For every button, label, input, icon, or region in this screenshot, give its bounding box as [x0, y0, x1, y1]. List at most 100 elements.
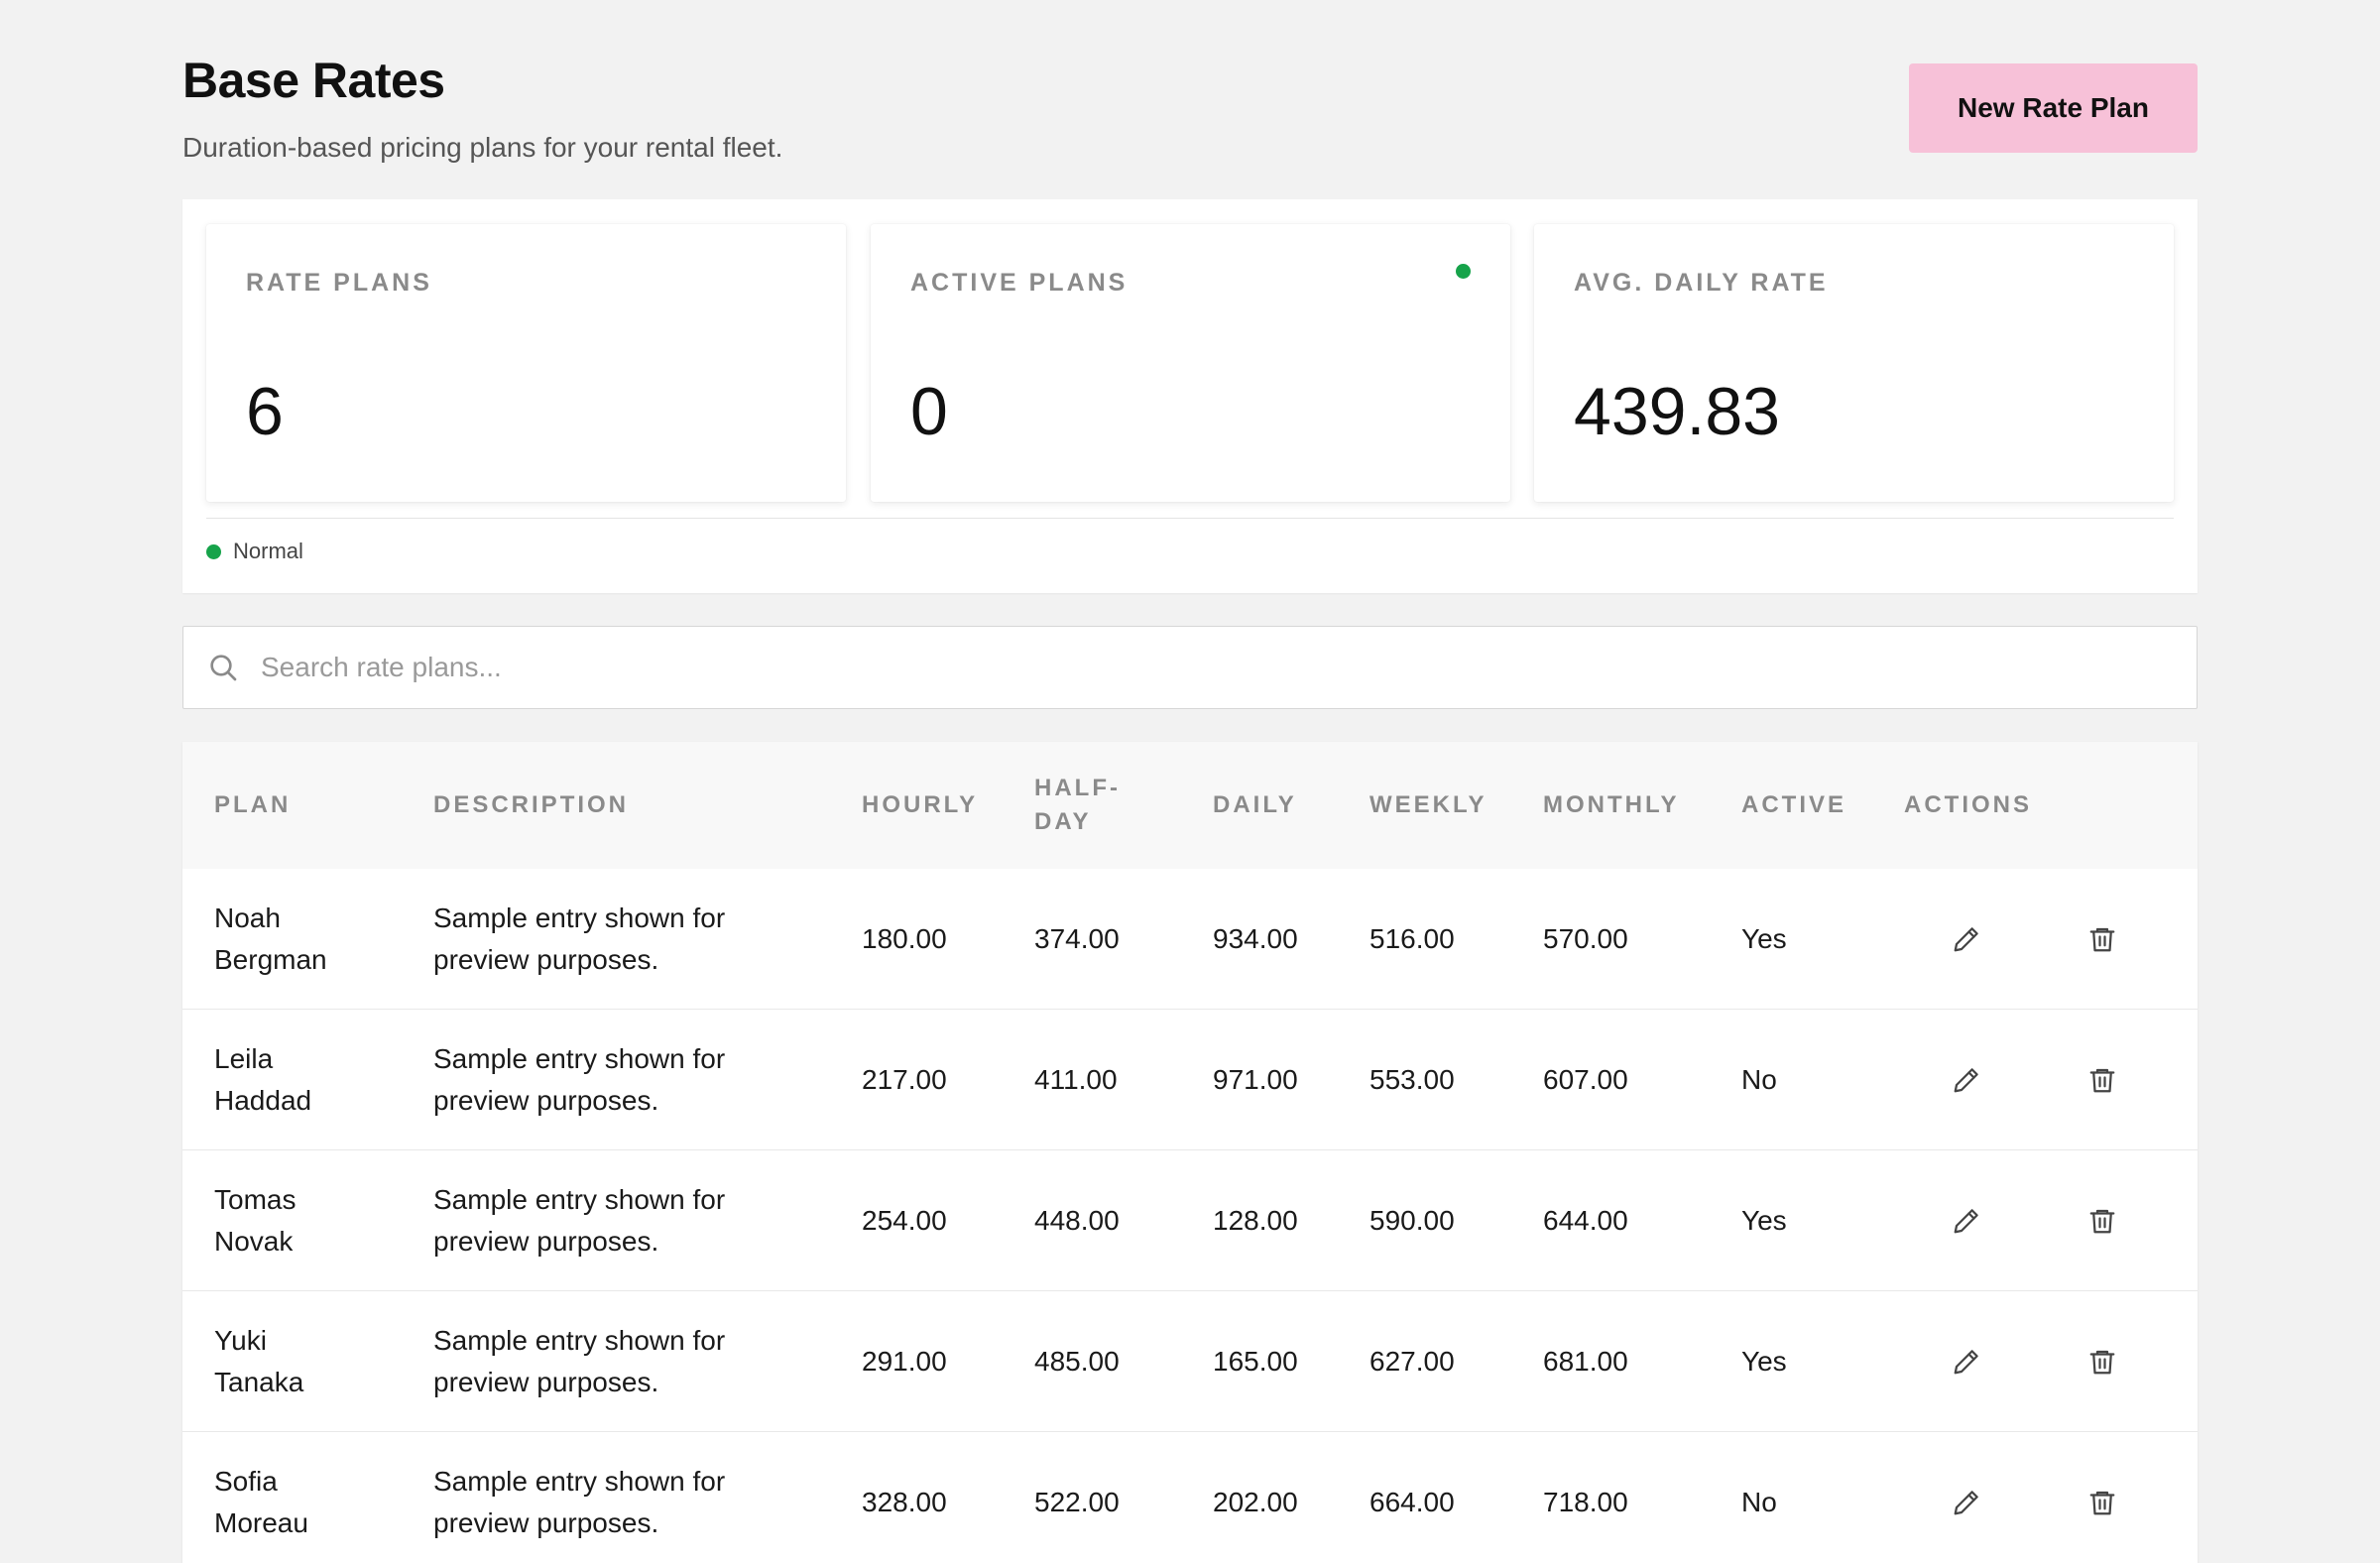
- trash-icon: [2089, 1350, 2115, 1375]
- plan-name-cell: Sofia Moreau: [214, 1461, 308, 1544]
- column-header-half-day[interactable]: HALF- DAY: [1034, 772, 1121, 839]
- description-line: Sample entry shown for: [433, 1043, 726, 1074]
- stat-value: 0: [910, 374, 948, 449]
- monthly-cell: 681.00: [1543, 1346, 1628, 1377]
- description-line: preview purposes.: [433, 1367, 659, 1397]
- trash-icon: [2089, 1068, 2115, 1093]
- active-cell: No: [1741, 1487, 1777, 1517]
- page-subtitle: Duration-based pricing plans for your re…: [182, 132, 783, 163]
- column-header-monthly[interactable]: MONTHLY: [1543, 788, 1679, 822]
- active-cell: No: [1741, 1064, 1777, 1095]
- edit-button[interactable]: [1947, 1201, 1986, 1241]
- active-cell: Yes: [1741, 1205, 1787, 1236]
- delete-button[interactable]: [2082, 919, 2122, 959]
- delete-button[interactable]: [2082, 1201, 2122, 1241]
- new-rate-plan-button[interactable]: New Rate Plan: [1909, 63, 2198, 153]
- rate-plans-table: PLAN DESCRIPTION HOURLY HALF- DAY DAILY …: [182, 742, 2198, 1563]
- active-cell: Yes: [1741, 1346, 1787, 1377]
- hourly-cell: 217.00: [862, 1064, 947, 1095]
- plan-name-cell: Noah Bergman: [214, 898, 327, 981]
- description-cell: Sample entry shown for preview purposes.: [433, 1179, 725, 1262]
- plan-first-name: Tomas: [214, 1184, 297, 1215]
- daily-cell: 934.00: [1213, 923, 1298, 954]
- half-day-cell: 448.00: [1034, 1205, 1120, 1236]
- column-header-active[interactable]: ACTIVE: [1741, 788, 1846, 822]
- stat-label: AVG. DAILY RATE: [1574, 269, 1829, 297]
- stat-card-active-plans: ACTIVE PLANS 0: [871, 224, 1510, 502]
- monthly-cell: 570.00: [1543, 923, 1628, 954]
- description-line: Sample entry shown for: [433, 902, 726, 933]
- column-header-plan[interactable]: PLAN: [214, 788, 291, 822]
- monthly-cell: 718.00: [1543, 1487, 1628, 1517]
- description-line: preview purposes.: [433, 1226, 659, 1257]
- table-row[interactable]: Yuki Tanaka Sample entry shown for previ…: [182, 1291, 2198, 1432]
- delete-button[interactable]: [2082, 1342, 2122, 1382]
- daily-cell: 165.00: [1213, 1346, 1298, 1377]
- stat-label: RATE PLANS: [246, 269, 432, 297]
- plan-first-name: Noah: [214, 902, 281, 933]
- table-row[interactable]: Leila Haddad Sample entry shown for prev…: [182, 1010, 2198, 1150]
- pencil-icon: [1954, 1209, 1978, 1234]
- plan-last-name: Haddad: [214, 1085, 312, 1116]
- edit-button[interactable]: [1947, 1483, 1986, 1522]
- plan-name-cell: Yuki Tanaka: [214, 1320, 303, 1403]
- hourly-cell: 291.00: [862, 1346, 947, 1377]
- trash-icon: [2089, 1491, 2115, 1515]
- delete-button[interactable]: [2082, 1483, 2122, 1522]
- description-cell: Sample entry shown for preview purposes.: [433, 1038, 725, 1122]
- plan-name-cell: Leila Haddad: [214, 1038, 311, 1122]
- description-line: Sample entry shown for: [433, 1325, 726, 1356]
- hourly-cell: 180.00: [862, 923, 947, 954]
- plan-last-name: Novak: [214, 1226, 294, 1257]
- description-line: Sample entry shown for: [433, 1466, 726, 1497]
- weekly-cell: 516.00: [1369, 923, 1455, 954]
- column-header-half-day-line1: HALF-: [1034, 775, 1121, 801]
- hourly-cell: 328.00: [862, 1487, 947, 1517]
- table-header: PLAN DESCRIPTION HOURLY HALF- DAY DAILY …: [182, 742, 2198, 869]
- description-cell: Sample entry shown for preview purposes.: [433, 1320, 725, 1403]
- plan-last-name: Bergman: [214, 944, 327, 975]
- weekly-cell: 590.00: [1369, 1205, 1455, 1236]
- half-day-cell: 411.00: [1034, 1064, 1118, 1095]
- weekly-cell: 664.00: [1369, 1487, 1455, 1517]
- plan-first-name: Yuki: [214, 1325, 267, 1356]
- search-bar: [182, 626, 2198, 709]
- column-header-description[interactable]: DESCRIPTION: [433, 788, 629, 822]
- monthly-cell: 644.00: [1543, 1205, 1628, 1236]
- plan-name-cell: Tomas Novak: [214, 1179, 296, 1262]
- plan-last-name: Moreau: [214, 1507, 308, 1538]
- divider: [206, 518, 2174, 519]
- column-header-hourly[interactable]: HOURLY: [862, 788, 978, 822]
- description-line: preview purposes.: [433, 1507, 659, 1538]
- page: Base Rates Duration-based pricing plans …: [0, 0, 2380, 1563]
- legend-label: Normal: [233, 539, 303, 563]
- description-line: preview purposes.: [433, 1085, 659, 1116]
- daily-cell: 128.00: [1213, 1205, 1298, 1236]
- edit-button[interactable]: [1947, 919, 1986, 959]
- table-row[interactable]: Sofia Moreau Sample entry shown for prev…: [182, 1432, 2198, 1563]
- plan-last-name: Tanaka: [214, 1367, 304, 1397]
- edit-button[interactable]: [1947, 1060, 1986, 1100]
- table-row[interactable]: Tomas Novak Sample entry shown for previ…: [182, 1150, 2198, 1291]
- delete-button[interactable]: [2082, 1060, 2122, 1100]
- stat-card-avg-daily-rate: AVG. DAILY RATE 439.83: [1534, 224, 2174, 502]
- active-cell: Yes: [1741, 923, 1787, 954]
- trash-icon: [2089, 927, 2115, 952]
- half-day-cell: 485.00: [1034, 1346, 1120, 1377]
- search-input[interactable]: [261, 627, 2165, 708]
- half-day-cell: 374.00: [1034, 923, 1120, 954]
- column-header-weekly[interactable]: WEEKLY: [1369, 788, 1487, 822]
- table-row[interactable]: Noah Bergman Sample entry shown for prev…: [182, 869, 2198, 1010]
- column-header-half-day-line2: DAY: [1034, 808, 1092, 835]
- stats-panel: RATE PLANS 6 ACTIVE PLANS 0 AVG. DAILY R…: [182, 199, 2198, 593]
- column-header-daily[interactable]: DAILY: [1213, 788, 1297, 822]
- pencil-icon: [1954, 927, 1978, 952]
- weekly-cell: 627.00: [1369, 1346, 1455, 1377]
- column-header-actions: ACTIONS: [1904, 791, 2032, 818]
- edit-button[interactable]: [1947, 1342, 1986, 1382]
- half-day-cell: 522.00: [1034, 1487, 1120, 1517]
- stat-value: 439.83: [1574, 374, 1780, 449]
- description-cell: Sample entry shown for preview purposes.: [433, 898, 725, 981]
- plan-first-name: Sofia: [214, 1466, 278, 1497]
- status-legend: Normal: [206, 539, 303, 564]
